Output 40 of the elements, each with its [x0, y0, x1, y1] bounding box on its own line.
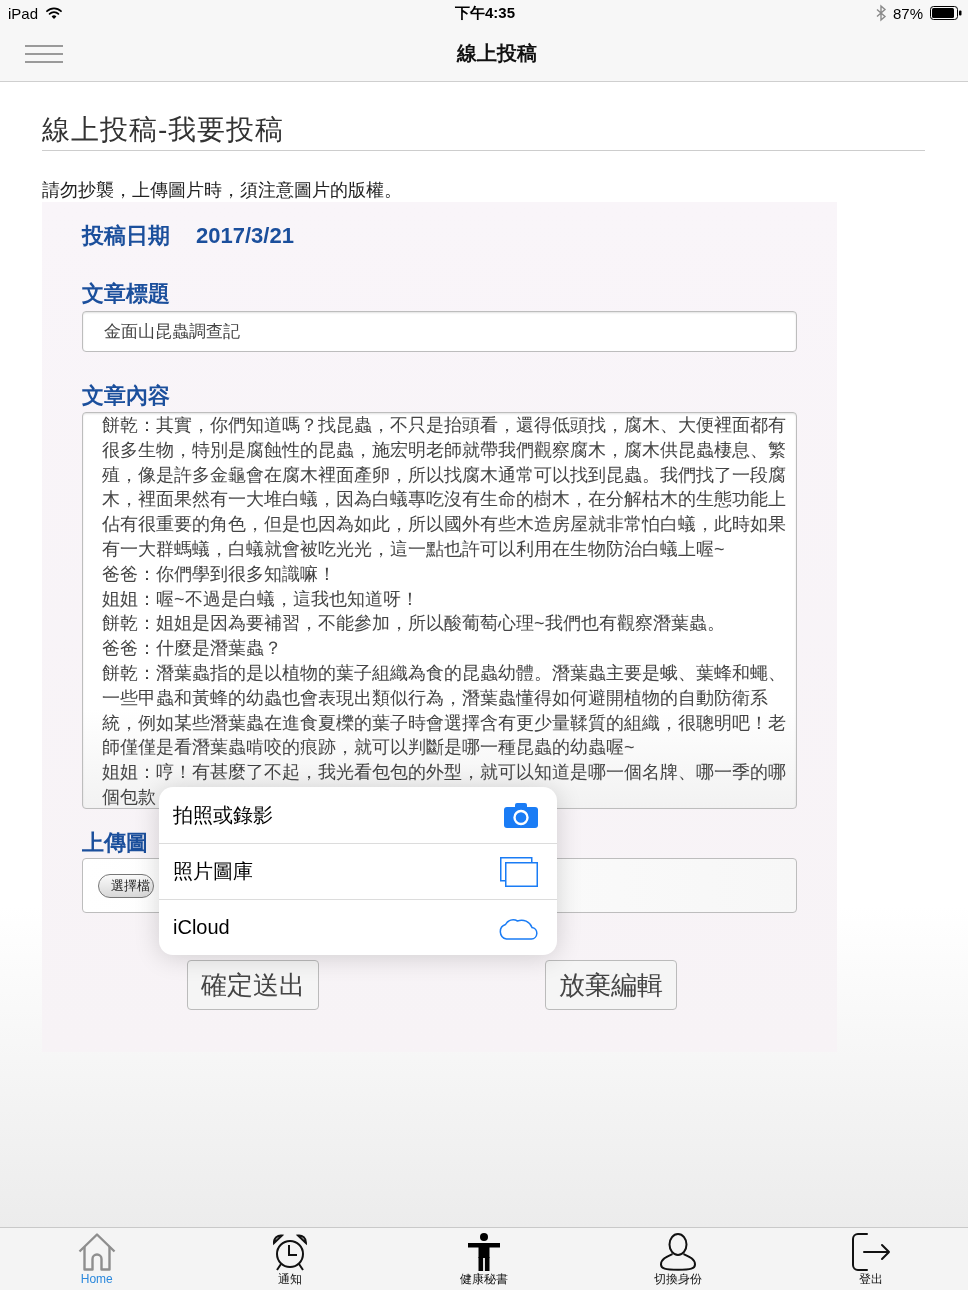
- content-paragraph: 餅乾：其實，你們知道嗎？找昆蟲，不只是抬頭看，還得低頭找，腐木、大便裡面都有很多生物，特別是腐蝕性的昆蟲，施宏明老師就帶我們觀察腐木，腐木供昆蟲棲息、繁殖，像是許多金龜會在腐木裡面產卵，所以找腐木通常可以找到昆蟲。我們找了一段腐木，裡面果然有一大堆白蟻，因為白蟻專吃沒有生命的樹木，在分解枯木的生態功能上佔有很重要的角色，但是也因為如此，所以國外有些木造房屋就非常怕白蟻，此時如果有一大群螞蟻，白蟻就會被吃光光，這一點也許可以利用在生物防治白蟻上喔~: [102, 414, 787, 561]
- date-value: 2017/3/21: [196, 222, 294, 250]
- content-paragraph: 餅乾：姐姐是因為要補習，不能參加，所以酸葡萄心理~我們也有觀察潛葉蟲。: [102, 612, 726, 636]
- upload-label: 上傳圖: [82, 829, 148, 857]
- tab-item[interactable]: 登出: [852, 1228, 891, 1286]
- home-icon: [77, 1233, 116, 1271]
- content-label: 文章內容: [82, 382, 170, 410]
- tab-item[interactable]: Home: [77, 1228, 116, 1286]
- alarm-clock-icon: [272, 1233, 309, 1271]
- popover-option[interactable]: 拍照或錄影: [159, 787, 557, 843]
- notice-text: 請勿抄襲，上傳圖片時，須注意圖片的版權。: [42, 179, 402, 202]
- device-name: iPad: [8, 4, 39, 22]
- choose-file-button[interactable]: 選擇檔: [98, 873, 154, 898]
- exit-icon: [852, 1233, 891, 1271]
- battery-percentage: 87%: [892, 4, 923, 22]
- title-input[interactable]: 金面山昆蟲調查記: [82, 311, 797, 352]
- battery-icon: [930, 6, 962, 20]
- popover-option[interactable]: iCloud: [159, 899, 557, 955]
- content-paragraph: 爸爸：什麼是潛葉蟲？: [102, 637, 283, 661]
- menu-icon[interactable]: [25, 44, 63, 63]
- photo-stack-icon: [500, 856, 538, 887]
- submit-button[interactable]: 確定送出: [187, 960, 319, 1010]
- tab-item[interactable]: 通知: [272, 1228, 309, 1286]
- title-label: 文章標題: [82, 280, 170, 308]
- status-time: 下午4:35: [455, 3, 515, 23]
- wifi-icon: [46, 7, 63, 19]
- person-icon: [658, 1233, 697, 1271]
- tab-item[interactable]: 健康秘書: [460, 1228, 508, 1286]
- date-label: 投稿日期: [82, 222, 170, 250]
- standing-figure-icon: [468, 1233, 500, 1271]
- cancel-button[interactable]: 放棄編輯: [545, 960, 677, 1010]
- popover-option[interactable]: 照片圖庫: [159, 843, 557, 899]
- content-paragraph: 爸爸：你們學到很多知識嘛！: [102, 562, 337, 586]
- content-paragraph: 餅乾：潛葉蟲指的是以植物的葉子組織為食的昆蟲幼體。潛葉蟲主要是蛾、葉蜂和蠅、一些甲蟲和黃蜂的幼蟲也會表現出類似行為，潛葉蟲懂得如何避開植物的自動防衛系統，例如某些潛葉蟲在進食夏櫟的葉子時會選擇含有更少量鞣質的組織，很聰明吧！老師僅僅是看潛葉蟲啃咬的痕跡，就可以判斷是哪一種昆蟲的幼蟲喔~: [102, 661, 787, 760]
- tab-item[interactable]: 切換身份: [653, 1228, 702, 1286]
- page-heading: 線上投稿-我要投稿: [42, 113, 285, 147]
- content-paragraph: 姐姐：喔~不過是白蟻，這我也知道呀！: [102, 587, 420, 611]
- camera-icon: [504, 802, 538, 828]
- bluetooth-icon: [875, 5, 886, 21]
- nav-title: 線上投稿: [456, 41, 537, 66]
